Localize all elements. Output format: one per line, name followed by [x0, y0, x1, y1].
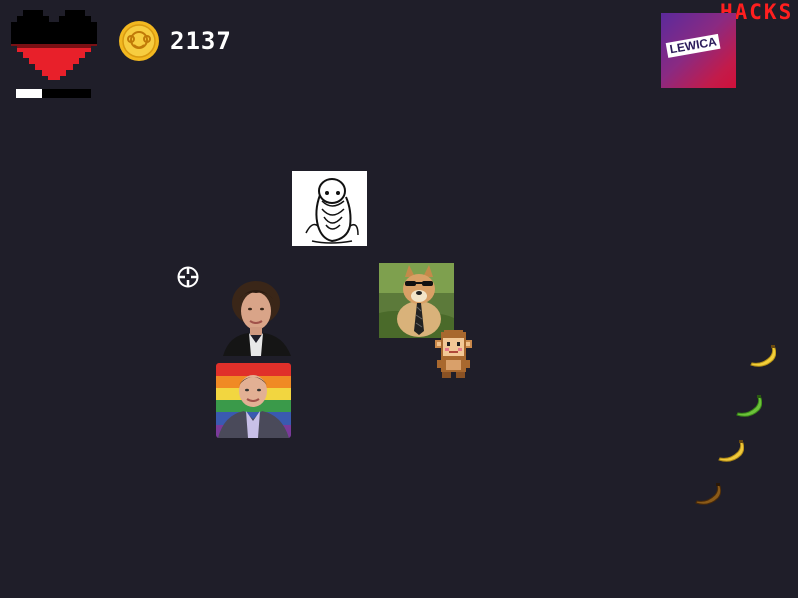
- monkey-coin-icon: [119, 21, 159, 61]
- enemy-woman-portrait: [219, 281, 294, 356]
- health-bar-fill: [16, 89, 43, 98]
- enemy-man-portrait: [216, 363, 291, 438]
- heart-icon: [11, 10, 97, 80]
- banana-icon: [695, 483, 721, 505]
- enemy-doge-portrait: [379, 263, 454, 338]
- crosshair-icon: [177, 266, 199, 288]
- banana-icon: [718, 440, 744, 462]
- banana-icon: [750, 345, 776, 367]
- player-monkey[interactable]: [431, 330, 476, 378]
- banana-icon: [736, 395, 762, 417]
- enemy-sketch-portrait: [292, 171, 367, 246]
- coin-count: 2137: [170, 27, 232, 55]
- game-canvas[interactable]: 2137 HACKS LEWICA: [0, 0, 798, 598]
- party-logo-text: LEWICA: [665, 33, 721, 58]
- health-bar: [16, 89, 91, 98]
- party-logo: LEWICA: [661, 13, 736, 88]
